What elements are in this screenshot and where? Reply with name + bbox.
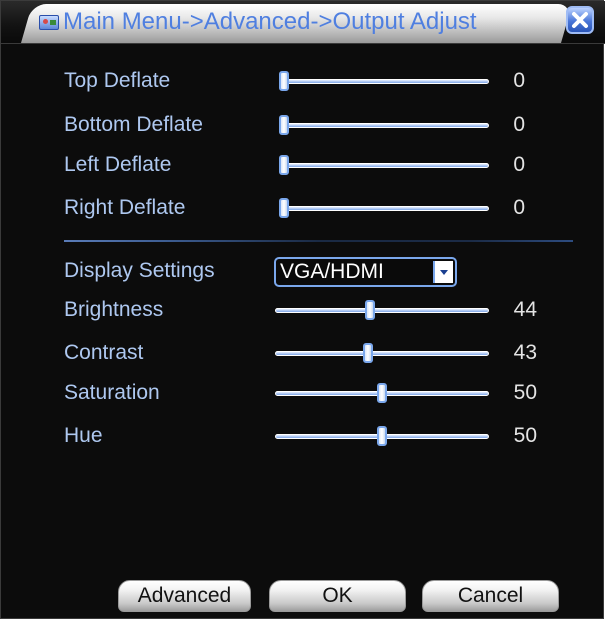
bottom-deflate-label: Bottom Deflate (64, 113, 203, 136)
slider-thumb[interactable] (279, 71, 289, 91)
hue-slider[interactable] (275, 426, 489, 448)
close-icon (572, 12, 588, 28)
title-content: Main Menu->Advanced->Output Adjust (39, 6, 477, 38)
slider-track (275, 351, 489, 356)
contrast-slider[interactable] (275, 343, 489, 365)
brightness-value: 44 (513, 298, 537, 321)
left-deflate-value: 0 (513, 153, 525, 176)
hue-value: 50 (513, 424, 537, 447)
slider-track (279, 206, 489, 211)
slider-thumb[interactable] (279, 198, 289, 218)
close-button[interactable] (566, 6, 594, 34)
saturation-slider[interactable] (275, 383, 489, 405)
slider-track (279, 79, 489, 84)
top-deflate-value: 0 (513, 69, 525, 92)
saturation-label: Saturation (64, 381, 160, 404)
slider-thumb[interactable] (377, 426, 387, 446)
monitor-settings-icon (39, 14, 59, 30)
title-bar: Main Menu->Advanced->Output Adjust (1, 1, 605, 44)
slider-thumb[interactable] (364, 300, 375, 320)
contrast-label: Contrast (64, 341, 144, 364)
bottom-deflate-value: 0 (513, 113, 525, 136)
slider-track (279, 163, 489, 168)
section-divider (64, 240, 573, 242)
display-settings-value: VGA/HDMI (280, 260, 384, 283)
right-deflate-slider[interactable] (279, 198, 489, 220)
top-deflate-slider[interactable] (279, 71, 489, 93)
cancel-button[interactable]: Cancel (422, 580, 559, 612)
slider-thumb[interactable] (279, 155, 289, 175)
brightness-label: Brightness (64, 298, 164, 321)
right-deflate-label: Right Deflate (64, 196, 186, 219)
slider-thumb[interactable] (279, 115, 289, 135)
contrast-value: 43 (513, 341, 537, 364)
slider-thumb[interactable] (377, 383, 387, 403)
display-settings-select[interactable]: VGA/HDMI (274, 257, 457, 287)
chevron-down-icon (440, 269, 448, 275)
output-adjust-window: Main Menu->Advanced->Output Adjust Top D… (0, 0, 605, 619)
left-deflate-slider[interactable] (279, 155, 489, 177)
right-deflate-value: 0 (513, 196, 525, 219)
brightness-slider[interactable] (275, 300, 489, 322)
slider-thumb[interactable] (362, 343, 373, 363)
hue-label: Hue (64, 424, 103, 447)
advanced-button[interactable]: Advanced (118, 580, 251, 612)
ok-button[interactable]: OK (269, 580, 406, 612)
top-deflate-label: Top Deflate (64, 69, 171, 92)
saturation-value: 50 (513, 381, 537, 404)
slider-track (275, 308, 489, 313)
dropdown-button[interactable] (433, 261, 453, 283)
window-title: Main Menu->Advanced->Output Adjust (63, 8, 477, 35)
left-deflate-label: Left Deflate (64, 153, 172, 176)
bottom-deflate-slider[interactable] (279, 115, 489, 137)
display-settings-label: Display Settings (64, 259, 215, 282)
slider-track (279, 123, 489, 128)
